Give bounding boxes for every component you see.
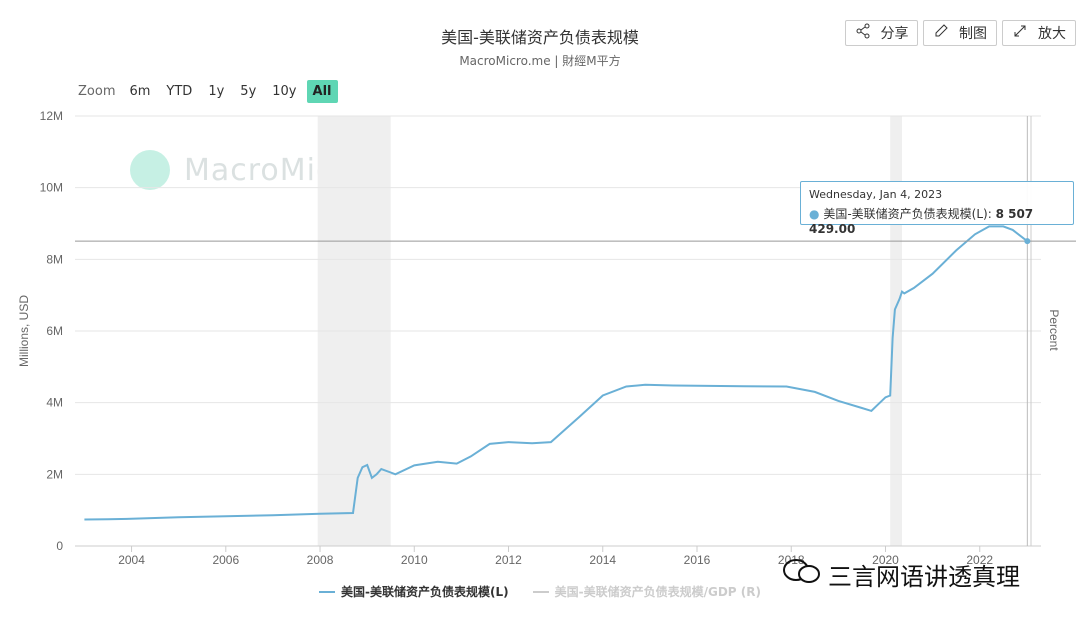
x-tick-label: 2016 <box>684 553 711 567</box>
legend-item-balance-sheet-gdp[interactable]: 美国-美联储资产负债表规模/GDP (R) <box>532 583 761 600</box>
y-axis-label: Millions, USD <box>17 295 31 367</box>
legend-item-balance-sheet[interactable]: 美国-美联储资产负债表规模(L) <box>319 583 509 600</box>
x-tick-label: 2012 <box>495 553 522 567</box>
tooltip-series: 美国-美联储资产负债表规模(L): <box>823 207 992 221</box>
wechat-overlay-text: 三言网语讲透真理 <box>828 563 1020 591</box>
legend-swatch <box>319 590 336 593</box>
x-tick-label: 2010 <box>401 553 428 567</box>
y-tick-label: 0 <box>56 539 63 553</box>
x-tick-label: 2004 <box>118 553 145 567</box>
x-tick-label: 2006 <box>212 553 239 567</box>
wechat-overlay: 三言网语讲透真理 <box>782 557 1020 592</box>
x-tick-label: 2008 <box>307 553 334 567</box>
chart-tooltip: Wednesday, Jan 4, 2023 ● 美国-美联储资产负债表规模(L… <box>800 181 1074 236</box>
x-tick-label: 2014 <box>589 553 616 567</box>
y-tick-label: 6M <box>46 324 63 338</box>
hover-point <box>1024 238 1031 245</box>
wechat-icon <box>782 558 822 592</box>
legend-label: 美国-美联储资产负债表规模/GDP (R) <box>554 585 761 599</box>
tooltip-date: Wednesday, Jan 4, 2023 <box>809 188 943 201</box>
y-tick-label: 12M <box>40 109 63 123</box>
y-tick-label: 10M <box>40 181 63 195</box>
y-tick-label: 4M <box>46 396 63 410</box>
series-line-balance-sheet <box>84 225 1028 521</box>
chart-plot[interactable]: 0 2M 4M 6M 8M 10M 12M 2004 2006 2008 2010 2012 2014 2… <box>0 0 1080 619</box>
y2-axis-label: Percent <box>1047 309 1061 351</box>
legend-label: 美国-美联储资产负债表规模(L) <box>341 585 509 599</box>
legend-swatch <box>532 590 549 593</box>
tooltip-dot-icon: ● <box>809 207 820 221</box>
y-tick-label: 8M <box>46 252 63 266</box>
y-tick-label: 2M <box>46 467 63 481</box>
